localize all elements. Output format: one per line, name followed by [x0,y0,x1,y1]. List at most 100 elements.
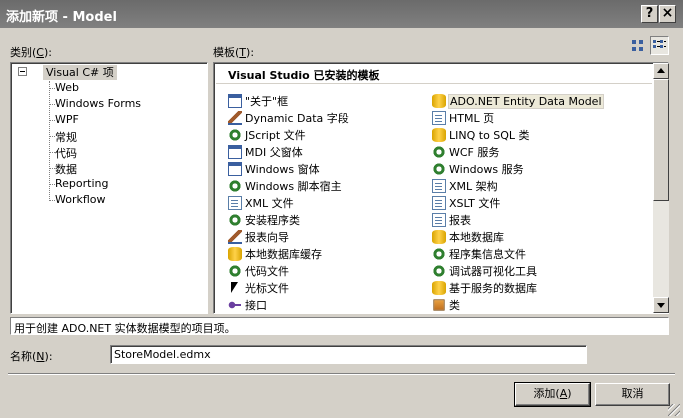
interface-icon [228,298,242,312]
template-item[interactable]: MDI 父窗体 [228,144,303,160]
template-item[interactable]: XSLT 文件 [432,195,500,211]
scroll-up-button[interactable] [653,63,669,79]
name-label: 名称(N): [10,350,53,363]
database-icon [432,128,446,142]
template-item[interactable]: Windows 窗体 [228,161,320,177]
small-icons-view-button[interactable] [650,36,669,55]
template-item-label: 安装程序类 [245,214,300,227]
name-input[interactable] [110,345,587,364]
template-item-label: "关于"框 [245,95,289,108]
template-item[interactable]: 本地数据库缓存 [228,246,322,262]
add-button[interactable]: 添加(A) [514,382,591,407]
categories-tree[interactable]: Visual C# 项 Web Windows Forms WPF 常规 代码 … [10,62,208,314]
cancel-button[interactable]: 取消 [595,383,670,406]
gear-icon [228,179,242,193]
templates-scrollbar[interactable] [653,63,669,313]
template-item-label: MDI 父窗体 [245,146,303,159]
gear-icon [228,128,242,142]
template-item[interactable]: ADO.NET Entity Data Model [432,93,604,109]
document-icon [432,196,446,210]
template-item[interactable]: "关于"框 [228,93,288,109]
template-item[interactable]: JScript 文件 [228,127,306,143]
window-icon [228,145,242,159]
template-item-label: 代码文件 [245,265,289,278]
scroll-thumb[interactable] [653,79,669,201]
templates-list[interactable]: Visual Studio 已安装的模板 "关于"框 Dynamic Data 字… [213,62,669,314]
template-item[interactable]: XML 架构 [432,178,498,194]
templates-section-header: Visual Studio 已安装的模板 [228,69,380,82]
template-item-label: WCF 服务 [449,146,500,159]
collapse-toggle-icon[interactable] [18,67,27,76]
pen-icon [228,230,242,244]
gear-icon [228,213,242,227]
help-button[interactable]: ? [641,5,658,23]
template-item-label: 基于服务的数据库 [449,282,537,295]
gear-icon [432,162,446,176]
large-icons-icon [632,40,643,51]
template-item[interactable]: WCF 服务 [432,144,499,160]
window-icon [228,162,242,176]
template-item[interactable]: 本地数据库 [432,229,504,245]
template-item[interactable]: Dynamic Data 字段 [228,110,349,126]
template-item[interactable]: 程序集信息文件 [432,246,526,262]
template-item[interactable]: 安装程序类 [228,212,300,228]
database-icon [228,247,242,261]
pen-icon [228,111,242,125]
class-icon [433,299,445,311]
template-item[interactable]: 光标文件 [228,280,289,296]
template-item[interactable]: Windows 脚本宿主 [228,178,342,194]
template-item[interactable]: 调试器可视化工具 [432,263,537,279]
template-item[interactable]: Windows 服务 [432,161,524,177]
database-icon [432,94,446,108]
template-item-label: Windows 服务 [449,163,524,176]
bottom-divider [8,373,675,375]
close-button[interactable]: × [659,5,676,23]
tree-item-code[interactable]: 代码 [55,145,77,161]
tree-item-wpf[interactable]: WPF [55,113,79,126]
scroll-down-button[interactable] [653,297,669,313]
template-item[interactable]: LINQ to SQL 类 [432,127,530,143]
tree-item-workflow[interactable]: Workflow [55,193,106,206]
template-item-label: Windows 窗体 [245,163,320,176]
document-icon [432,179,446,193]
tree-item-web[interactable]: Web [55,81,79,94]
tree-item-visual-csharp[interactable]: Visual C# 项 [43,65,117,80]
template-item[interactable]: 类 [432,297,460,313]
template-item-label: 程序集信息文件 [449,248,526,261]
template-item-label: 光标文件 [245,282,289,295]
template-item-label: HTML 页 [449,112,495,125]
template-item[interactable]: 代码文件 [228,263,289,279]
tree-item-data[interactable]: 数据 [55,161,77,177]
categories-label: 类别(C): [10,46,52,59]
template-item[interactable]: 报表向导 [228,229,289,245]
template-item-label: ADO.NET Entity Data Model [448,93,604,109]
tree-item-general[interactable]: 常规 [55,129,77,145]
window-icon [228,94,242,108]
window-title: 添加新项 - Model [6,10,117,25]
template-item[interactable]: 接口 [228,297,267,313]
cursor-icon [228,281,242,295]
large-icons-view-button[interactable] [628,36,647,55]
section-divider [216,83,652,84]
template-item-label: 调试器可视化工具 [449,265,537,278]
tree-item-windows-forms[interactable]: Windows Forms [55,97,141,110]
template-item-label: JScript 文件 [245,129,306,142]
template-item-label: 本地数据库缓存 [245,248,322,261]
tree-item-reporting[interactable]: Reporting [55,177,108,190]
template-item-label: Dynamic Data 字段 [245,112,349,125]
small-icons-icon [653,40,666,48]
document-icon [432,213,446,227]
template-item[interactable]: 报表 [432,212,471,228]
template-item[interactable]: XML 文件 [228,195,294,211]
gear-icon [228,264,242,278]
resize-grip[interactable] [668,404,680,416]
database-icon [432,281,446,295]
template-item-label: 本地数据库 [449,231,504,244]
document-icon [432,111,446,125]
template-item-label: 报表向导 [245,231,289,244]
title-bar: 添加新项 - Model ? × [0,0,683,28]
template-item[interactable]: 基于服务的数据库 [432,280,537,296]
template-item-label: 类 [449,299,460,312]
gear-icon [432,264,446,278]
template-item[interactable]: HTML 页 [432,110,494,126]
